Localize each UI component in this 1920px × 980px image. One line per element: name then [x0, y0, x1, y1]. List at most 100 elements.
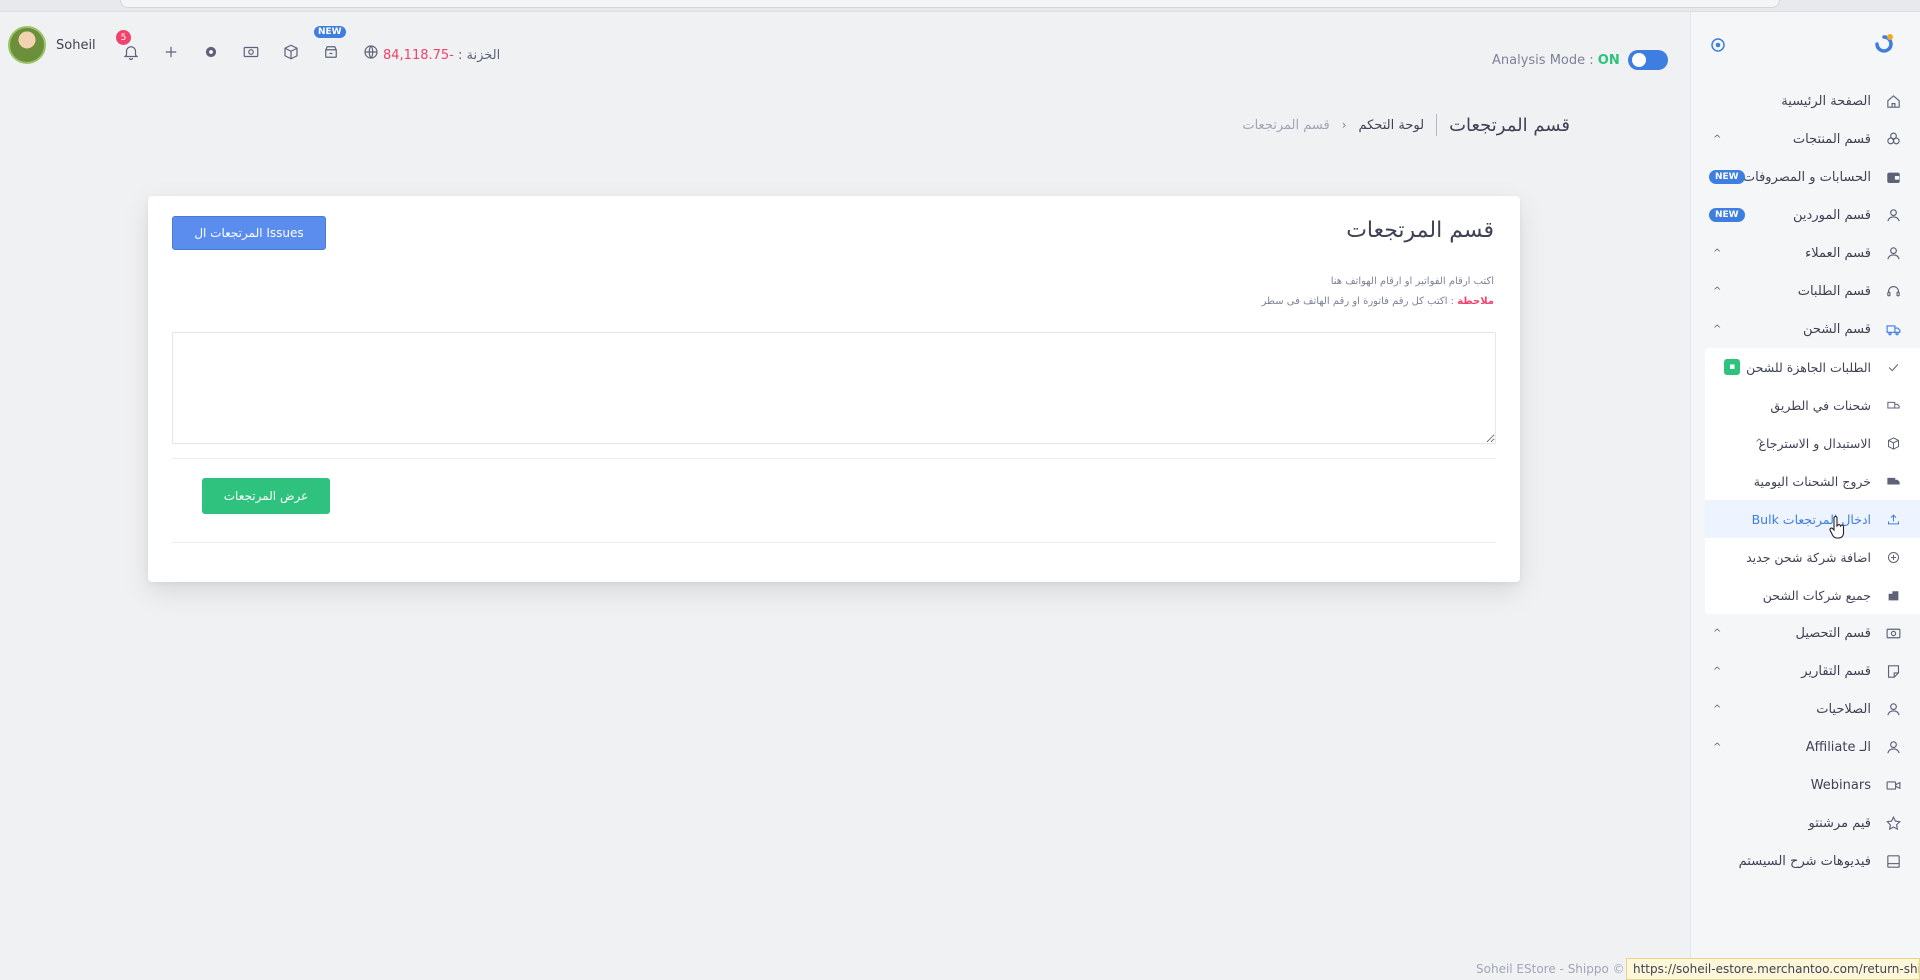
sidebar-item-reports[interactable]: قسم التقارير ^	[1691, 652, 1920, 690]
sidebar-item-label: قسم الموردين	[1793, 207, 1871, 223]
coin-icon	[205, 46, 217, 58]
footer-copyright: Soheil EStore - Shippo ©	[1476, 962, 1625, 976]
sidebar-item-label: الصفحة الرئيسية	[1781, 93, 1871, 109]
truck-icon	[1883, 319, 1903, 339]
sidebar-item-rate[interactable]: قيم مرشنتو	[1691, 804, 1920, 842]
submenu-item-all-carriers[interactable]: جميع شركات الشحن	[1705, 576, 1920, 614]
new-badge: NEW	[1709, 170, 1745, 184]
sidebar-item-label: قيم مرشنتو	[1808, 815, 1871, 831]
video-icon	[1883, 775, 1903, 795]
user-icon	[1883, 737, 1903, 757]
sidebar-item-permissions[interactable]: الصلاحيات ^	[1691, 690, 1920, 728]
sidebar-item-webinars[interactable]: Webinars	[1691, 766, 1920, 804]
sidebar-item-label: قسم التحصيل	[1795, 625, 1871, 641]
home-icon	[1883, 91, 1903, 111]
report-icon	[1883, 661, 1903, 681]
invoice-numbers-textarea[interactable]	[172, 332, 1496, 444]
user-icon	[1883, 243, 1903, 263]
chevron-left-icon: ‹	[1341, 118, 1347, 132]
issues-returns-button[interactable]: المرتجعات ال Issues	[172, 216, 326, 250]
add-button[interactable]	[154, 40, 188, 64]
plus-circle-icon	[1883, 547, 1903, 567]
analysis-mode: Analysis Mode : ON	[1492, 50, 1668, 70]
sidebar-item-label: الـ Affiliate	[1805, 739, 1871, 755]
analysis-mode-toggle[interactable]	[1627, 50, 1668, 70]
submenu-item-ready-orders[interactable]: الطلبات الجاهزة للشحن ▪	[1705, 348, 1920, 386]
submenu-item-label: الاستبدال و الاسترجاع	[1758, 435, 1871, 451]
sidebar-item-suppliers[interactable]: قسم الموردين NEW	[1691, 196, 1920, 234]
sidebar-header	[1691, 12, 1920, 74]
sidebar-item-label: قسم المنتجات	[1792, 131, 1871, 147]
treasury-balance: الخزنة : -84,118.75	[383, 48, 500, 63]
store-button[interactable]: NEW	[314, 26, 348, 64]
submenu-item-label: الطلبات الجاهزة للشحن	[1746, 359, 1871, 375]
submenu-item-label: خروج الشحنات اليومية	[1753, 473, 1871, 489]
user-icon	[1883, 205, 1903, 225]
brand-logo-icon[interactable]	[1871, 32, 1897, 58]
sidebar-item-label: قسم الشحن	[1802, 321, 1871, 337]
building-icon	[1883, 585, 1903, 605]
submenu-item-exchange-return[interactable]: الاستبدال و الاسترجاع ^	[1705, 424, 1920, 462]
plus-icon	[165, 46, 177, 58]
sidebar-item-products[interactable]: قسم المنتجات ^	[1691, 120, 1920, 158]
cash-button[interactable]	[234, 40, 268, 64]
bell-icon	[123, 46, 139, 61]
submenu-item-in-transit[interactable]: شحنات في الطريق	[1705, 386, 1920, 424]
username[interactable]: Soheil	[56, 38, 96, 53]
new-badge: NEW	[1709, 208, 1745, 222]
sidebar-item-home[interactable]: الصفحة الرئيسية	[1691, 82, 1920, 120]
instruction-text: اكتب ارقام الفواتير او ارقام الهواتف هنا	[1330, 276, 1494, 287]
sidebar-item-label: قسم التقارير	[1801, 663, 1871, 679]
analysis-mode-label: Analysis Mode : ON	[1492, 52, 1620, 68]
status-badge: ▪	[1724, 359, 1741, 375]
submenu-item-add-carrier[interactable]: اضافة شركة شحن جديد	[1705, 538, 1920, 576]
submenu-item-daily-shipments[interactable]: خروج الشحنات اليومية	[1705, 462, 1920, 500]
wallet-icon	[1883, 167, 1903, 187]
breadcrumb-home-link[interactable]: لوحة التحكم	[1359, 118, 1425, 133]
sidebar-item-collection[interactable]: قسم التحصيل ^	[1691, 614, 1920, 652]
sidebar-item-label: Webinars	[1810, 777, 1871, 793]
globe-icon	[364, 45, 378, 59]
user-menu[interactable]: Soheil	[8, 26, 96, 64]
points-button[interactable]	[194, 40, 228, 64]
address-bar[interactable]	[120, 0, 1780, 8]
page-title: قسم المرتجعات	[1449, 114, 1570, 136]
notification-count-badge: 5	[116, 30, 131, 45]
sidebar-item-accounts[interactable]: الحسابات و المصروفات NEW	[1691, 158, 1920, 196]
browser-tab-strip	[0, 0, 1920, 12]
chevron-up-icon: ^	[1713, 247, 1722, 259]
shipping-submenu: الطلبات الجاهزة للشحن ▪ شحنات في الطريق …	[1705, 348, 1920, 614]
notifications-bell[interactable]: 5	[114, 30, 148, 64]
headset-icon	[1883, 281, 1903, 301]
sidebar-menu: الصفحة الرئيسية قسم المنتجات ^ الحسابات …	[1691, 82, 1920, 880]
target-icon[interactable]	[1709, 36, 1727, 54]
box-icon	[284, 44, 298, 60]
new-badge: NEW	[314, 26, 346, 38]
status-bar-url: https://soheil-estore.merchantoo.com/ret…	[1626, 958, 1920, 980]
truck-icon	[1883, 395, 1903, 415]
cash-icon	[243, 46, 259, 58]
returns-card: قسم المرتجعات المرتجعات ال Issues اكتب ا…	[148, 196, 1520, 582]
products-icon	[1883, 129, 1903, 149]
avatar[interactable]	[8, 26, 46, 64]
submenu-item-bulk-returns[interactable]: ادخال المرتجعات Bulk	[1705, 500, 1920, 538]
sidebar-item-label: قسم العملاء	[1805, 245, 1871, 261]
truck-icon	[1883, 471, 1903, 491]
divider	[172, 458, 1496, 459]
chevron-up-icon: ^	[1713, 627, 1722, 639]
breadcrumb-divider	[1436, 114, 1438, 136]
show-returns-button[interactable]: عرض المرتجعات	[202, 478, 330, 514]
divider	[172, 542, 1496, 543]
note-body: : اكتب كل رقم فاتورة او رقم الهاتف فى سط…	[1261, 296, 1458, 307]
sidebar-item-tutorials[interactable]: فيديوهات شرح السيستم	[1691, 842, 1920, 880]
sidebar: الصفحة الرئيسية قسم المنتجات ^ الحسابات …	[1690, 12, 1920, 980]
box-icon	[1883, 433, 1903, 453]
chevron-up-icon: ^	[1755, 437, 1764, 449]
sidebar-item-shipping[interactable]: قسم الشحن ^	[1691, 310, 1920, 348]
package-button[interactable]	[274, 40, 308, 64]
sidebar-item-orders[interactable]: قسم الطلبات ^	[1691, 272, 1920, 310]
treasury-value: -84,118.75	[383, 48, 454, 63]
sidebar-item-customers[interactable]: قسم العملاء ^	[1691, 234, 1920, 272]
book-icon	[1883, 851, 1903, 871]
sidebar-item-affiliate[interactable]: الـ Affiliate ^	[1691, 728, 1920, 766]
